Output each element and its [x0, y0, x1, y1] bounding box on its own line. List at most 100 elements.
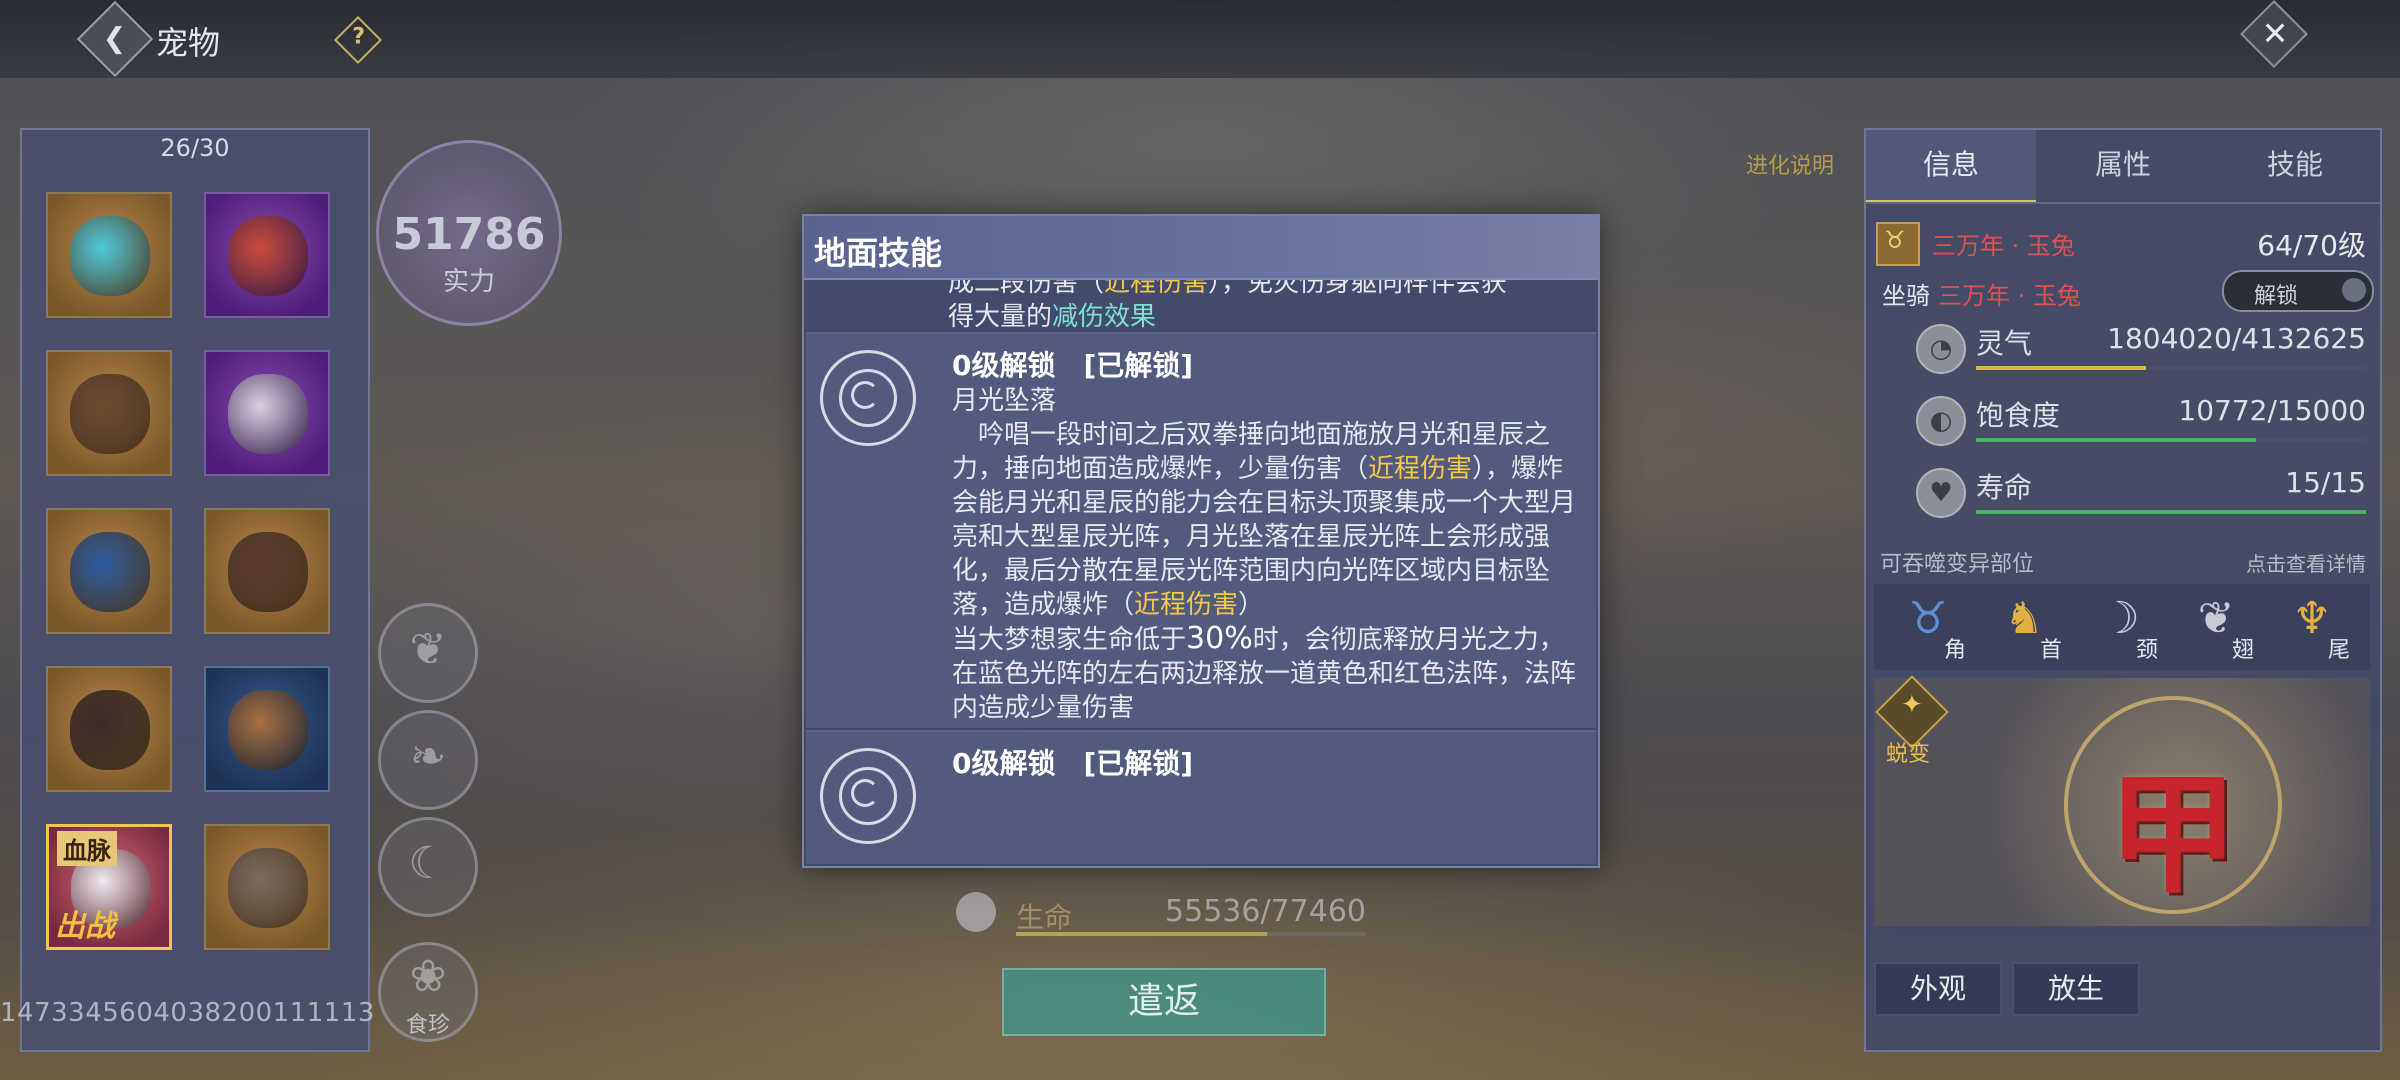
food-icon: ❀: [409, 951, 447, 1002]
pet-portrait: [228, 216, 308, 296]
transform-label: 蜕变: [1886, 742, 1931, 767]
evolve-hint-link[interactable]: 进化说明: [1746, 148, 1834, 180]
dismiss-button[interactable]: 遣返: [1002, 968, 1326, 1036]
wing-icon: ❧: [409, 731, 447, 782]
pet-slot[interactable]: [204, 192, 330, 318]
close-icon: ✕: [2261, 14, 2289, 53]
bloodline-tag: 血脉: [57, 831, 117, 866]
stat-bar-fill: [1976, 366, 2147, 370]
stat-name: 灵气: [1976, 327, 2033, 360]
pet-portrait: [228, 848, 308, 928]
pet-portrait: [228, 374, 308, 454]
modal-header: 地面技能: [804, 216, 1598, 280]
skill-description: 月光坠落 吟唱一段时间之后双拳捶向地面施放月光和星辰之力，捶向地面造成爆炸，少量…: [952, 384, 1582, 725]
wing-skill-button[interactable]: ❧: [378, 710, 478, 810]
in-battle-tag: 出战: [55, 909, 115, 944]
pet-slot[interactable]: [46, 666, 172, 792]
part-name: 翅: [2232, 638, 2255, 663]
question-icon: ?: [352, 24, 366, 50]
stat-row: ◔ 灵气 1804020/4132625: [1916, 318, 2366, 378]
toggle-knob: [2342, 278, 2366, 302]
pet-list-panel: 26/30 血脉 出战: [20, 128, 370, 1052]
page-title: 宠物: [156, 24, 221, 62]
previous-skill-fragment: 成二段伤害（近程伤害），免灾伤身躯同样伴会获 得大量的减伤效果: [948, 280, 1568, 334]
stomach-icon: ◐: [1916, 396, 1966, 446]
part-name: 首: [2040, 638, 2063, 663]
life-bar-fill: [1016, 932, 1267, 936]
moon-skill-button[interactable]: ☾: [378, 817, 478, 917]
modal-title: 地面技能: [814, 234, 943, 272]
skill-card-second: 0级解锁 [已解锁]: [806, 730, 1596, 864]
stat-row: ♥ 寿命 15/15: [1916, 462, 2366, 522]
skill-card-moonfall: 0级解锁 [已解锁] 月光坠落 吟唱一段时间之后双拳捶向地面施放月光和星辰之力，…: [806, 332, 1596, 728]
tab-info[interactable]: 信息: [1866, 130, 2036, 204]
appearance-button[interactable]: 外观: [1874, 962, 2002, 1016]
mutate-part[interactable]: ♞ 首: [1986, 588, 2076, 668]
stat-bar-fill: [1976, 438, 2257, 442]
frag-text: 得大量的: [948, 302, 1053, 332]
power-emblem: 51786 实力: [376, 140, 562, 326]
pet-portrait: [228, 690, 308, 770]
frag-text: 成二段伤害（: [948, 280, 1105, 298]
pet-level: 64/70级: [2257, 229, 2366, 262]
power-value: 51786: [392, 209, 546, 260]
pet-slot[interactable]: [204, 824, 330, 950]
pet-slot[interactable]: [204, 350, 330, 476]
ox-icon: ♉: [1884, 226, 1906, 254]
damage-type-highlight: 近程伤害: [1134, 590, 1239, 620]
back-button[interactable]: ❮: [76, 0, 154, 78]
help-button[interactable]: ?: [333, 15, 383, 65]
pet-slot[interactable]: [204, 508, 330, 634]
pet-slot[interactable]: [204, 666, 330, 792]
modal-body[interactable]: 成二段伤害（近程伤害），免灾伤身躯同样伴会获 得大量的减伤效果 0级解锁 [已解…: [804, 280, 1598, 864]
threshold-value: 30%: [1186, 621, 1253, 656]
skill-text-run: 当大梦想家生命低于: [952, 625, 1187, 655]
pet-name-row: ♉ 三万年 · 玉兔 64/70级: [1876, 222, 2366, 266]
heart-icon: ♥: [1916, 468, 1966, 518]
stat-value: 15/15: [2285, 466, 2366, 499]
stat-bar: [1976, 366, 2366, 370]
mutate-parts: ♉ 角 ♞ 首 ☽ 颈 ❦ 翅 ♆ 尾: [1874, 584, 2370, 670]
skill-unlock-status: 0级解锁 [已解锁]: [952, 349, 1194, 382]
food-button[interactable]: ❀ 食珍: [378, 942, 478, 1042]
mutate-part[interactable]: ☽ 颈: [2082, 588, 2172, 668]
frag-highlight: 近程伤害: [1104, 280, 1209, 298]
close-button[interactable]: ✕: [2240, 0, 2308, 68]
transform-area: ✦ 蜕变 甲: [1874, 675, 2370, 926]
stat-value: 1804020/4132625: [2107, 322, 2366, 355]
life-label: 生命: [1016, 901, 1073, 934]
pet-portrait: [70, 216, 150, 296]
unlock-label: 解锁: [2254, 284, 2299, 309]
pet-portrait: [70, 532, 150, 612]
damage-type-highlight: 近程伤害: [1368, 454, 1473, 484]
mount-label: 坐骑: [1882, 282, 1930, 310]
tab-skills[interactable]: 技能: [2210, 130, 2380, 200]
rune-emblem: 甲: [2107, 759, 2238, 911]
food-label: 食珍: [405, 1013, 450, 1038]
mutate-detail-link[interactable]: 点击查看详情: [2246, 548, 2366, 577]
stat-name: 饱食度: [1976, 399, 2061, 432]
pet-slot[interactable]: [46, 508, 172, 634]
pet-slot[interactable]: [46, 350, 172, 476]
mutate-part[interactable]: ♆ 尾: [2274, 588, 2364, 668]
pet-slot[interactable]: 血脉 出战: [46, 824, 172, 950]
frag-highlight-cyan: 减伤效果: [1052, 302, 1157, 332]
pet-slot[interactable]: [46, 192, 172, 318]
life-row: 生命 55536/77460: [956, 888, 1366, 938]
mutate-part[interactable]: ❦ 翅: [2178, 588, 2268, 668]
top-bar: ❮ 宠物 ? ✕: [0, 0, 2400, 78]
life-value: 55536/77460: [1165, 894, 1366, 929]
stat-name: 寿命: [1976, 471, 2033, 504]
rune-ring: 甲: [2064, 696, 2282, 914]
bird-skill-button[interactable]: ❦: [378, 603, 478, 703]
part-name: 角: [1944, 638, 1967, 663]
moon-skill-icon: [820, 350, 916, 446]
release-button[interactable]: 放生: [2012, 962, 2140, 1016]
part-name: 颈: [2136, 638, 2159, 663]
life-bar: [1016, 932, 1366, 936]
crescent-icon: ☾: [408, 838, 448, 889]
tab-attributes[interactable]: 属性: [2038, 130, 2208, 200]
mutate-part[interactable]: ♉ 角: [1890, 588, 1980, 668]
frag-text: ），免灾伤身躯同样伴会获: [1208, 280, 1508, 298]
unlock-toggle[interactable]: 解锁: [2222, 270, 2374, 312]
